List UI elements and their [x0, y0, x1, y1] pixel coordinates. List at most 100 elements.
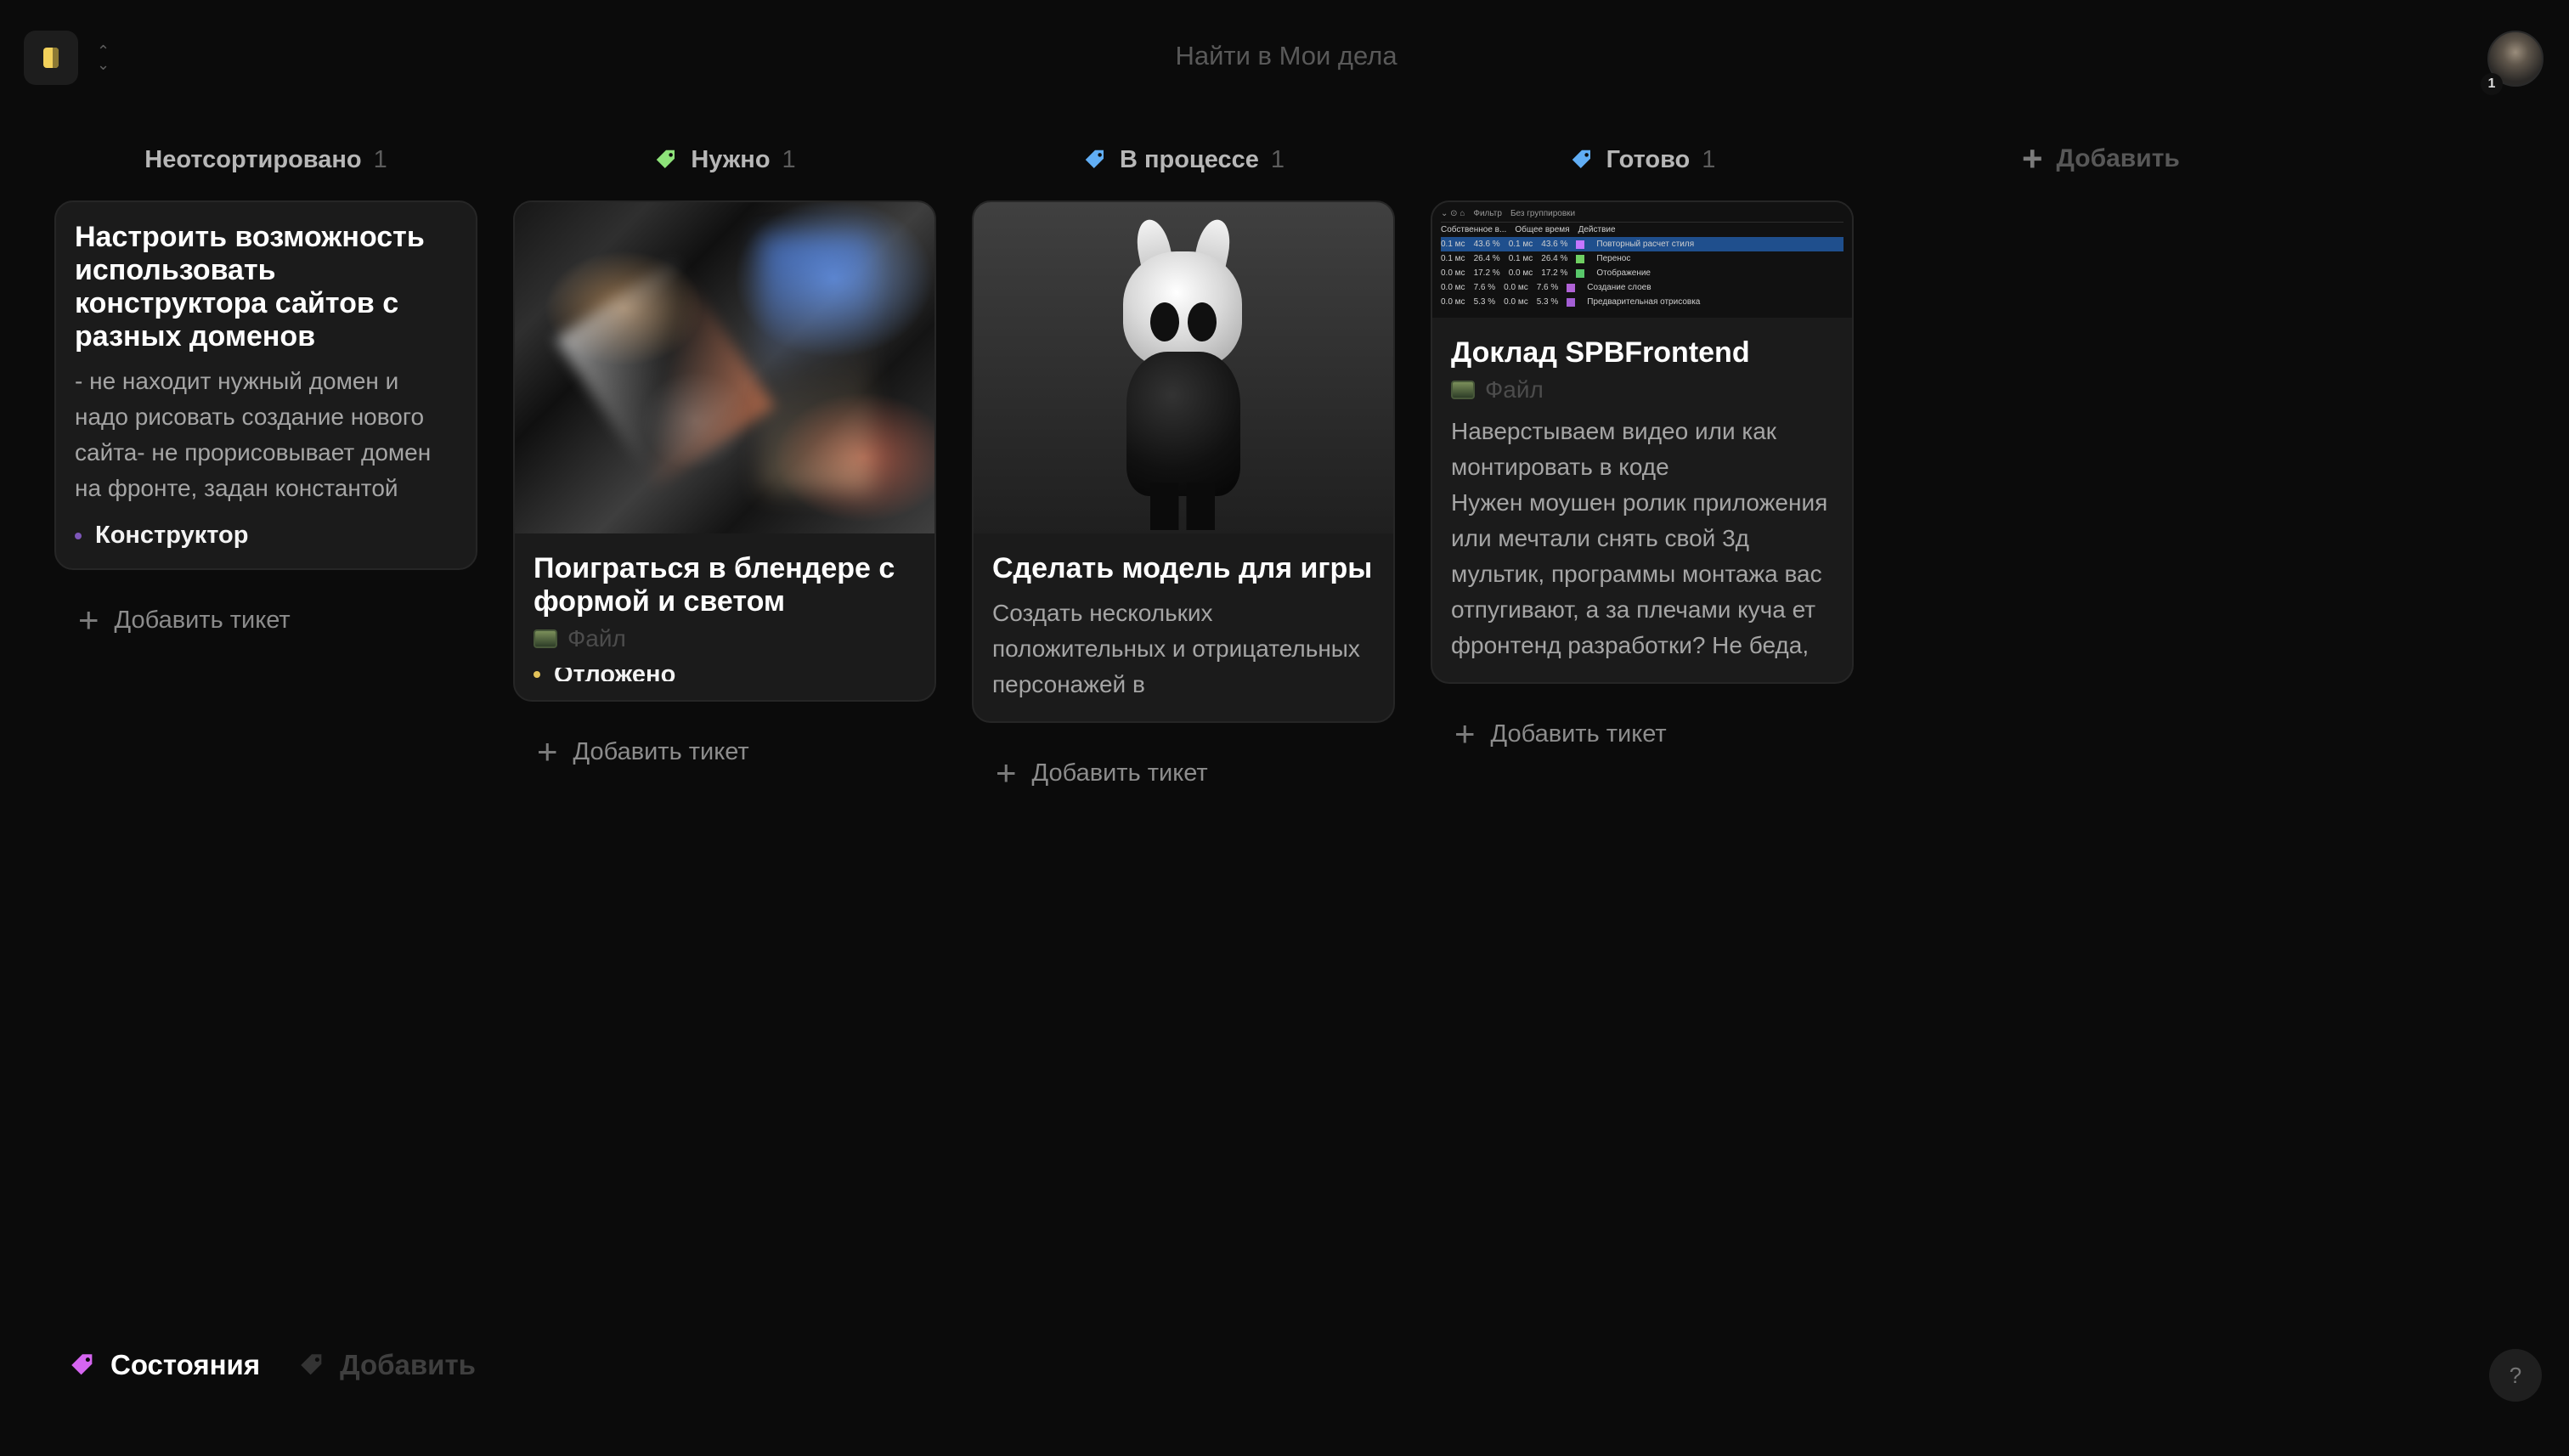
perf-cell: 7.6 %	[1536, 283, 1559, 292]
perf-grouping: Без группировки	[1510, 209, 1576, 218]
column-todo: Нужно 1 Поиграться в блендере с формой и…	[513, 136, 936, 791]
perf-header: Собственное в... Общее время Действие	[1441, 223, 1843, 237]
perf-filter: Фильтр	[1473, 209, 1502, 218]
perf-color-chip	[1576, 254, 1585, 263]
column-title: Готово	[1606, 145, 1691, 173]
column-count: 1	[1702, 145, 1716, 173]
add-column-label: Добавить	[2056, 144, 2180, 172]
add-column-button[interactable]: + Добавить	[2022, 141, 2180, 177]
column-in-progress: В процессе 1 Сделать модель для игры Соз…	[972, 136, 1395, 791]
tag-dot-icon	[75, 532, 82, 539]
perf-cell: 26.4 %	[1473, 254, 1500, 263]
add-state-button[interactable]: Добавить	[297, 1349, 476, 1381]
perf-row: 0.0 мс 5.3 % 0.0 мс 5.3 % Предварительная от…	[1441, 295, 1843, 309]
perf-color-chip	[1576, 240, 1585, 249]
help-button[interactable]: ?	[2489, 1349, 2542, 1402]
file-label: Файл	[567, 625, 626, 652]
ticket-description: Наверстываем видео или как монтировать в…	[1451, 418, 1828, 658]
column-title: Неотсортировано	[144, 145, 362, 173]
states-footer: Состояния Добавить	[68, 1349, 476, 1381]
perf-row: 0.1 мс 43.6 % 0.1 мс 43.6 % Повторный расчет…	[1441, 237, 1843, 251]
tag-label: Конструктор	[95, 522, 249, 549]
ticket-image	[974, 202, 1393, 533]
perf-cell: Предварительная отрисовка	[1587, 297, 1701, 307]
perf-row: 0.1 мс 26.4 % 0.1 мс 26.4 % Перенос	[1441, 251, 1843, 266]
perf-color-chip	[1576, 268, 1585, 278]
perf-cell: 0.1 мс	[1508, 240, 1533, 249]
tag-icon	[657, 150, 675, 168]
add-state-label: Добавить	[340, 1349, 476, 1380]
column-header[interactable]: Нужно 1	[513, 136, 936, 183]
ticket-card[interactable]: ⌄ ⊙ ⌂ Фильтр Без группировки Собственное…	[1431, 200, 1854, 684]
column-header[interactable]: Неотсортировано 1	[54, 136, 477, 183]
column-header[interactable]: В процессе 1	[972, 136, 1395, 183]
perf-color-chip	[1567, 297, 1576, 307]
perf-cell: 0.1 мс	[1508, 254, 1533, 263]
add-ticket-label: Добавить тикет	[114, 606, 291, 634]
column-count: 1	[1270, 145, 1285, 173]
plus-icon: +	[996, 753, 1017, 793]
ticket-card[interactable]: Сделать модель для игры Создать нескольк…	[972, 200, 1395, 723]
add-ticket-button[interactable]: + Добавить тикет	[537, 734, 936, 770]
search-input[interactable]: Найти в Мои дела	[1031, 32, 1541, 80]
add-ticket-button[interactable]: + Добавить тикет	[1454, 716, 1854, 752]
add-ticket-label: Добавить тикет	[1490, 720, 1667, 748]
ticket-image: ⌄ ⊙ ⌂ Фильтр Без группировки Собственное…	[1432, 202, 1852, 318]
ticket-file: Файл	[1451, 376, 1833, 404]
perf-cell: Перенос	[1596, 254, 1631, 263]
perf-cell: 7.6 %	[1473, 283, 1496, 292]
ticket-file: Файл	[534, 625, 916, 652]
ticket-title: Поиграться в блендере с формой и светом	[534, 552, 895, 618]
tag-label: Отложено	[554, 668, 676, 681]
app-switcher[interactable]: ⌃ ⌄	[24, 31, 110, 85]
perf-row: 0.0 мс 17.2 % 0.0 мс 17.2 % Отображение	[1441, 266, 1843, 280]
tag-icon	[1572, 150, 1590, 168]
perf-cell: 43.6 %	[1473, 240, 1500, 249]
tag-dot-icon	[534, 671, 540, 678]
perf-cell: 0.0 мс	[1508, 268, 1533, 278]
plus-icon: +	[78, 600, 99, 640]
perf-cell: 26.4 %	[1541, 254, 1568, 263]
switch-icon[interactable]: ⌃ ⌄	[97, 43, 110, 72]
perf-header-cell: Собственное в...	[1441, 225, 1507, 234]
perf-cell: Отображение	[1596, 268, 1651, 278]
column-count: 1	[782, 145, 796, 173]
column-count: 1	[373, 145, 387, 173]
add-ticket-label: Добавить тикет	[573, 737, 749, 765]
ticket-title: Доклад SPBFrontend	[1451, 336, 1750, 369]
image-file-icon	[534, 629, 557, 648]
avatar-badge: 1	[2481, 73, 2503, 95]
add-ticket-button[interactable]: + Добавить тикет	[996, 755, 1395, 791]
ticket-tag: Отложено	[534, 668, 916, 681]
perf-cell: 0.0 мс	[1504, 283, 1528, 292]
plus-icon: +	[1454, 714, 1476, 753]
ticket-title: Настроить возможность использовать конст…	[75, 221, 425, 353]
states-label: Состояния	[110, 1349, 261, 1380]
ticket-tag: Конструктор	[75, 522, 457, 550]
perf-cell: 0.1 мс	[1441, 240, 1465, 249]
perf-cell: 0.0 мс	[1441, 268, 1465, 278]
states-tab[interactable]: Состояния	[68, 1349, 260, 1381]
perf-cell: 0.0 мс	[1504, 297, 1528, 307]
ticket-title: Сделать модель для игры	[992, 552, 1373, 584]
ticket-card[interactable]: Поиграться в блендере с формой и светом …	[513, 200, 936, 702]
perf-cell: 0.1 мс	[1441, 254, 1465, 263]
tag-icon	[301, 1354, 322, 1375]
file-label: Файл	[1485, 376, 1544, 403]
perf-cell: 43.6 %	[1541, 240, 1568, 249]
add-ticket-button[interactable]: + Добавить тикет	[78, 602, 477, 638]
column-header[interactable]: Готово 1	[1431, 136, 1854, 183]
perf-cell: 17.2 %	[1541, 268, 1568, 278]
perf-toolbar-icons: ⌄ ⊙ ⌂	[1441, 209, 1465, 218]
perf-cell: 5.3 %	[1536, 297, 1559, 307]
perf-cell: 17.2 %	[1473, 268, 1500, 278]
perf-cell: Создание слоев	[1587, 283, 1652, 292]
notebook-icon	[43, 48, 59, 68]
ticket-image	[515, 202, 934, 533]
app-icon[interactable]	[24, 31, 78, 85]
perf-cell: 5.3 %	[1473, 297, 1496, 307]
perf-cell: 0.0 мс	[1441, 283, 1465, 292]
perf-cell: Повторный расчет стиля	[1596, 240, 1695, 249]
add-ticket-label: Добавить тикет	[1031, 759, 1208, 787]
ticket-card[interactable]: Настроить возможность использовать конст…	[54, 200, 477, 570]
